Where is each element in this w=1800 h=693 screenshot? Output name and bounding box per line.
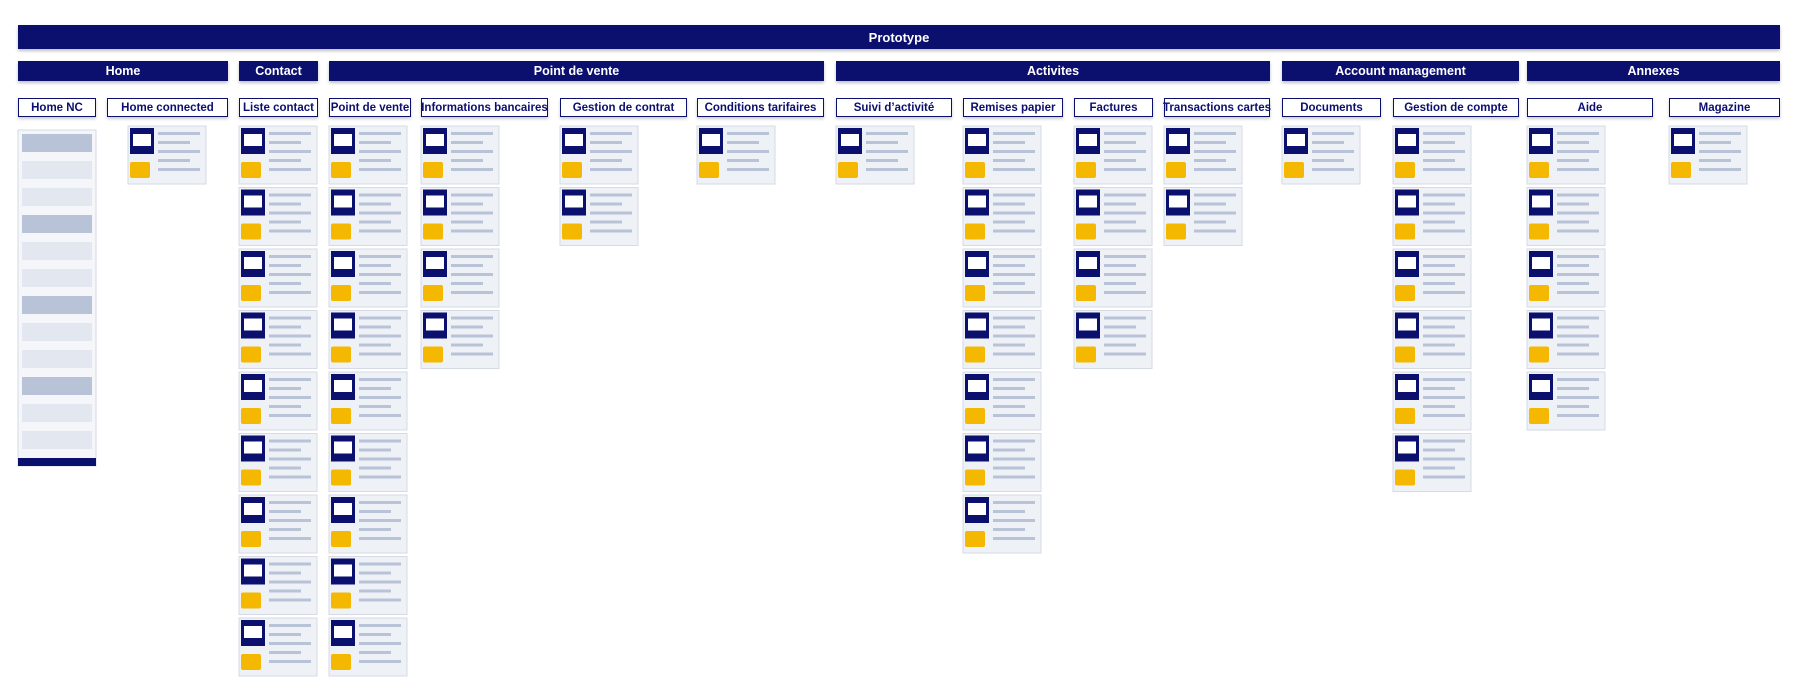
- screen-thumbnail: [1526, 187, 1606, 246]
- screen-thumbnail: [328, 248, 408, 308]
- screen-thumbnail: [238, 125, 318, 185]
- screen-thumbnail: [962, 310, 1042, 369]
- screen-thumbnail: [1392, 433, 1472, 492]
- section-point-de-vente: Point de vente: [329, 61, 824, 81]
- screen-thumbnail: [420, 187, 500, 246]
- screen-thumbnail: [1073, 248, 1153, 308]
- screen-thumbnail: [559, 187, 639, 246]
- page-home-nc: Home NC: [18, 98, 96, 117]
- screen-thumbnail: [962, 125, 1042, 185]
- page-home-connected: Home connected: [107, 98, 228, 117]
- section-activites: Activites: [836, 61, 1270, 81]
- screen-thumbnail: [238, 371, 318, 431]
- screen-thumbnail: [328, 556, 408, 615]
- screen-thumbnail: [238, 617, 318, 677]
- screen-thumbnail: [1073, 187, 1153, 246]
- section-home: Home: [18, 61, 228, 81]
- screen-thumbnail: [1163, 187, 1243, 246]
- screen-thumbnail: [1392, 310, 1472, 369]
- screen-thumbnail: [1392, 187, 1472, 246]
- screen-thumbnail: [1163, 125, 1243, 185]
- section-contact: Contact: [239, 61, 318, 81]
- screen-thumbnail: [696, 125, 776, 185]
- screen-thumbnail: [328, 494, 408, 554]
- page-conditions-tarifaires: Conditions tarifaires: [697, 98, 824, 117]
- section-annexes: Annexes: [1527, 61, 1780, 81]
- screen-thumbnail: [1073, 310, 1153, 369]
- screen-thumbnail: [962, 494, 1042, 554]
- screen-thumbnail: [238, 187, 318, 246]
- page-factures: Factures: [1074, 98, 1153, 117]
- screen-thumbnail: [962, 433, 1042, 492]
- page-gestion-de-compte: Gestion de compte: [1393, 98, 1519, 117]
- screen-home-nc: [17, 129, 97, 467]
- screen-thumbnail: [1526, 248, 1606, 308]
- page-remises-papier: Remises papier: [963, 98, 1063, 117]
- screen-thumbnail: [1392, 248, 1472, 308]
- screen-thumbnail: [1668, 125, 1748, 185]
- screen-thumbnail: [1526, 125, 1606, 185]
- screen-thumbnail: [1392, 371, 1472, 431]
- page-documents: Documents: [1282, 98, 1381, 117]
- prototype-title: Prototype: [18, 25, 1780, 49]
- screen-thumbnail: [328, 617, 408, 677]
- screen-thumbnail: [962, 187, 1042, 246]
- screen-thumbnail: [962, 248, 1042, 308]
- page-informations-bancaires: Informations bancaires: [421, 98, 548, 117]
- screen-thumbnail: [1526, 310, 1606, 369]
- screen-thumbnail: [127, 125, 207, 185]
- page-suivi-activite: Suivi d’activité: [836, 98, 952, 117]
- screen-thumbnail: [1073, 125, 1153, 185]
- section-account-management: Account management: [1282, 61, 1519, 81]
- screen-thumbnail: [328, 310, 408, 369]
- page-liste-contact: Liste contact: [239, 98, 318, 117]
- screen-thumbnail: [835, 125, 915, 185]
- screen-thumbnail: [420, 248, 500, 308]
- page-point-de-vente: Point de vente: [329, 98, 411, 117]
- page-gestion-de-contrat: Gestion de contrat: [560, 98, 687, 117]
- screen-thumbnail: [420, 310, 500, 369]
- page-transactions-cartes: Transactions cartes: [1163, 98, 1271, 117]
- screen-thumbnail: [328, 187, 408, 246]
- screen-thumbnail: [238, 433, 318, 492]
- screen-thumbnail: [238, 310, 318, 369]
- screen-thumbnail: [1281, 125, 1361, 185]
- screen-thumbnail: [238, 556, 318, 615]
- screen-thumbnail: [328, 371, 408, 431]
- screen-thumbnail: [238, 248, 318, 308]
- page-aide: Aide: [1527, 98, 1653, 117]
- screen-thumbnail: [238, 494, 318, 554]
- screen-thumbnail: [962, 371, 1042, 431]
- screen-thumbnail: [420, 125, 500, 185]
- screen-thumbnail: [328, 125, 408, 185]
- screen-thumbnail: [1392, 125, 1472, 185]
- screen-thumbnail: [1526, 371, 1606, 431]
- screen-thumbnail: [328, 433, 408, 492]
- page-magazine: Magazine: [1669, 98, 1780, 117]
- screen-thumbnail: [559, 125, 639, 185]
